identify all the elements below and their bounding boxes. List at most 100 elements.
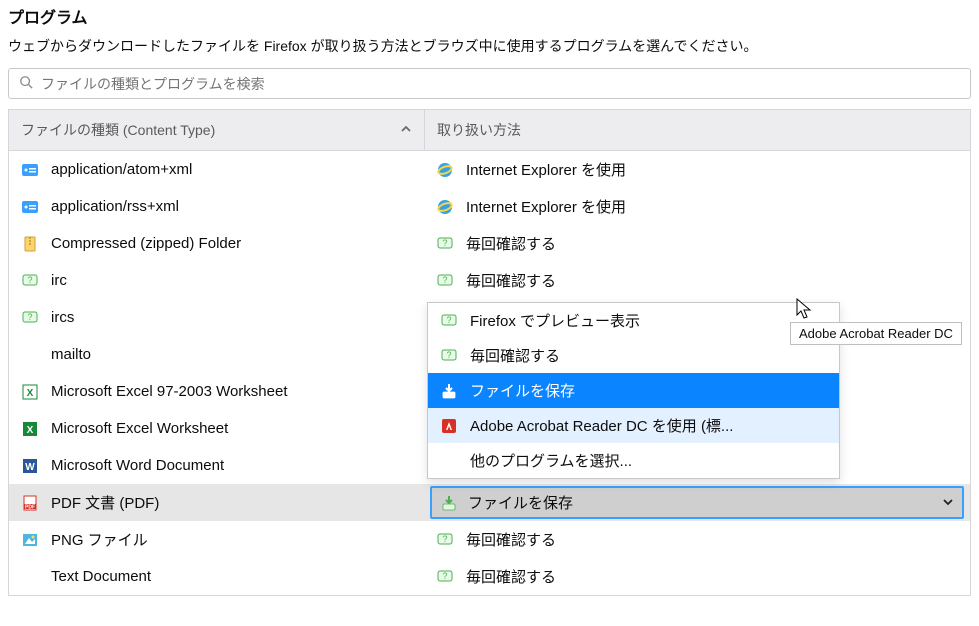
content-type-cell: application/rss+xml	[9, 188, 424, 225]
action-label: 毎回確認する	[466, 233, 556, 254]
svg-text:?: ?	[442, 571, 447, 581]
save-icon	[440, 494, 458, 512]
content-type-label: PNG ファイル	[51, 529, 148, 550]
feed-icon	[21, 198, 39, 216]
content-type-label: Microsoft Excel Worksheet	[51, 420, 228, 437]
action-label: Internet Explorer を使用	[466, 159, 626, 180]
content-type-cell: W Microsoft Word Document	[9, 447, 424, 484]
svg-text:?: ?	[442, 534, 447, 544]
svg-text:?: ?	[442, 275, 447, 285]
action-dropdown-menu: ? Firefox でプレビュー表示 ?毎回確認するファイルを保存 Adobe Acr…	[427, 302, 840, 479]
chevron-down-icon	[942, 495, 954, 511]
dropdown-menu-item-label: Adobe Acrobat Reader DC を使用 (標...	[470, 415, 733, 436]
dropdown-menu-item[interactable]: Adobe Acrobat Reader DC を使用 (標...	[428, 408, 839, 443]
content-type-label: Microsoft Excel 97-2003 Worksheet	[51, 383, 288, 400]
action-cell[interactable]: ファイルを保存	[424, 484, 970, 521]
png-icon	[21, 531, 39, 549]
search-input[interactable]	[41, 76, 960, 92]
chat-icon: ?	[21, 309, 39, 327]
ask-icon: ?	[436, 531, 454, 549]
action-dropdown[interactable]: ファイルを保存	[430, 486, 964, 519]
table-row[interactable]: application/rss+xml Internet Explorer を使用	[9, 188, 970, 225]
content-type-cell: ? ircs	[9, 299, 424, 336]
ask-icon: ?	[436, 235, 454, 253]
content-type-label: mailto	[51, 346, 91, 363]
action-cell[interactable]: ? 毎回確認する	[424, 521, 970, 558]
table-row[interactable]: Text Document?毎回確認する	[9, 558, 970, 595]
applications-table: ファイルの種類 (Content Type) 取り扱い方法 applicatio…	[8, 109, 971, 596]
content-type-label: ircs	[51, 309, 74, 326]
column-content-type-label: ファイルの種類 (Content Type)	[21, 120, 215, 140]
section-description: ウェブからダウンロードしたファイルを Firefox が取り扱う方法とブラウズ中…	[8, 36, 971, 68]
content-type-label: Microsoft Word Document	[51, 457, 224, 474]
feed-icon	[21, 161, 39, 179]
action-cell[interactable]: ? 毎回確認する	[424, 262, 970, 299]
dropdown-menu-item-label: ファイルを保存	[470, 380, 575, 401]
save-icon	[440, 382, 458, 400]
content-type-label: PDF 文書 (PDF)	[51, 492, 159, 513]
excel-icon: X	[21, 383, 39, 401]
column-content-type[interactable]: ファイルの種類 (Content Type)	[9, 110, 424, 150]
action-label: Internet Explorer を使用	[466, 196, 626, 217]
svg-text:?: ?	[442, 238, 447, 248]
action-cell[interactable]: ? 毎回確認する	[424, 225, 970, 262]
action-label: 毎回確認する	[466, 270, 556, 291]
blank-icon	[440, 452, 458, 470]
dropdown-menu-item[interactable]: ? Firefox でプレビュー表示	[428, 303, 839, 338]
content-type-cell: PNG ファイル	[9, 521, 424, 558]
ask-icon: ?	[440, 347, 458, 365]
pdf-icon: PDF	[21, 494, 39, 512]
svg-text:X: X	[27, 388, 34, 399]
table-body: application/atom+xml Internet Explorer を使…	[9, 151, 970, 595]
action-cell[interactable]: Internet Explorer を使用	[424, 151, 970, 188]
table-row[interactable]: Compressed (zipped) Folder? 毎回確認する	[9, 225, 970, 262]
tooltip: Adobe Acrobat Reader DC	[790, 322, 962, 345]
svg-text:?: ?	[446, 315, 451, 325]
table-header: ファイルの種類 (Content Type) 取り扱い方法	[9, 110, 970, 151]
content-type-label: irc	[51, 272, 67, 289]
search-box[interactable]	[8, 68, 971, 99]
blank-icon	[21, 346, 39, 364]
content-type-cell: X Microsoft Excel 97-2003 Worksheet	[9, 373, 424, 410]
excelx-icon: X	[21, 420, 39, 438]
action-cell[interactable]: ?毎回確認する	[424, 558, 970, 595]
content-type-cell: PDF PDF 文書 (PDF)	[9, 484, 424, 521]
word-icon: W	[21, 457, 39, 475]
table-row[interactable]: ? irc? 毎回確認する	[9, 262, 970, 299]
svg-text:W: W	[25, 462, 35, 473]
content-type-cell: mailto	[9, 336, 424, 373]
ask-icon: ?	[436, 568, 454, 586]
content-type-cell: ? irc	[9, 262, 424, 299]
content-type-cell: application/atom+xml	[9, 151, 424, 188]
dropdown-menu-item[interactable]: ?毎回確認する	[428, 338, 839, 373]
dropdown-menu-item-label: 他のプログラムを選択...	[470, 450, 632, 471]
table-row[interactable]: PNG ファイル? 毎回確認する	[9, 521, 970, 558]
ask-icon: ?	[436, 272, 454, 290]
search-icon	[19, 75, 33, 92]
content-type-label: Compressed (zipped) Folder	[51, 235, 241, 252]
adobe-icon	[440, 417, 458, 435]
column-action[interactable]: 取り扱い方法	[424, 110, 970, 150]
svg-text:?: ?	[446, 350, 451, 360]
dropdown-menu-item-label: Firefox でプレビュー表示	[470, 310, 640, 331]
ie-icon	[436, 198, 454, 216]
table-row[interactable]: application/atom+xml Internet Explorer を使…	[9, 151, 970, 188]
svg-text:?: ?	[27, 312, 32, 322]
action-dropdown-label: ファイルを保存	[468, 492, 573, 513]
table-row[interactable]: PDF PDF 文書 (PDF) ファイルを保存	[9, 484, 970, 521]
blank-icon	[21, 568, 39, 586]
ask-icon: ?	[440, 312, 458, 330]
svg-text:X: X	[27, 425, 34, 436]
column-action-label: 取り扱い方法	[437, 120, 521, 140]
dropdown-menu-item[interactable]: ファイルを保存	[428, 373, 839, 408]
section-title: プログラム	[8, 0, 971, 36]
action-cell[interactable]: Internet Explorer を使用	[424, 188, 970, 225]
dropdown-menu-item[interactable]: 他のプログラムを選択...	[428, 443, 839, 478]
svg-text:PDF: PDF	[25, 504, 35, 510]
content-type-cell: Compressed (zipped) Folder	[9, 225, 424, 262]
svg-text:?: ?	[27, 275, 32, 285]
chat-icon: ?	[21, 272, 39, 290]
content-type-cell: X Microsoft Excel Worksheet	[9, 410, 424, 447]
action-label: 毎回確認する	[466, 529, 556, 550]
content-type-label: application/rss+xml	[51, 198, 179, 215]
